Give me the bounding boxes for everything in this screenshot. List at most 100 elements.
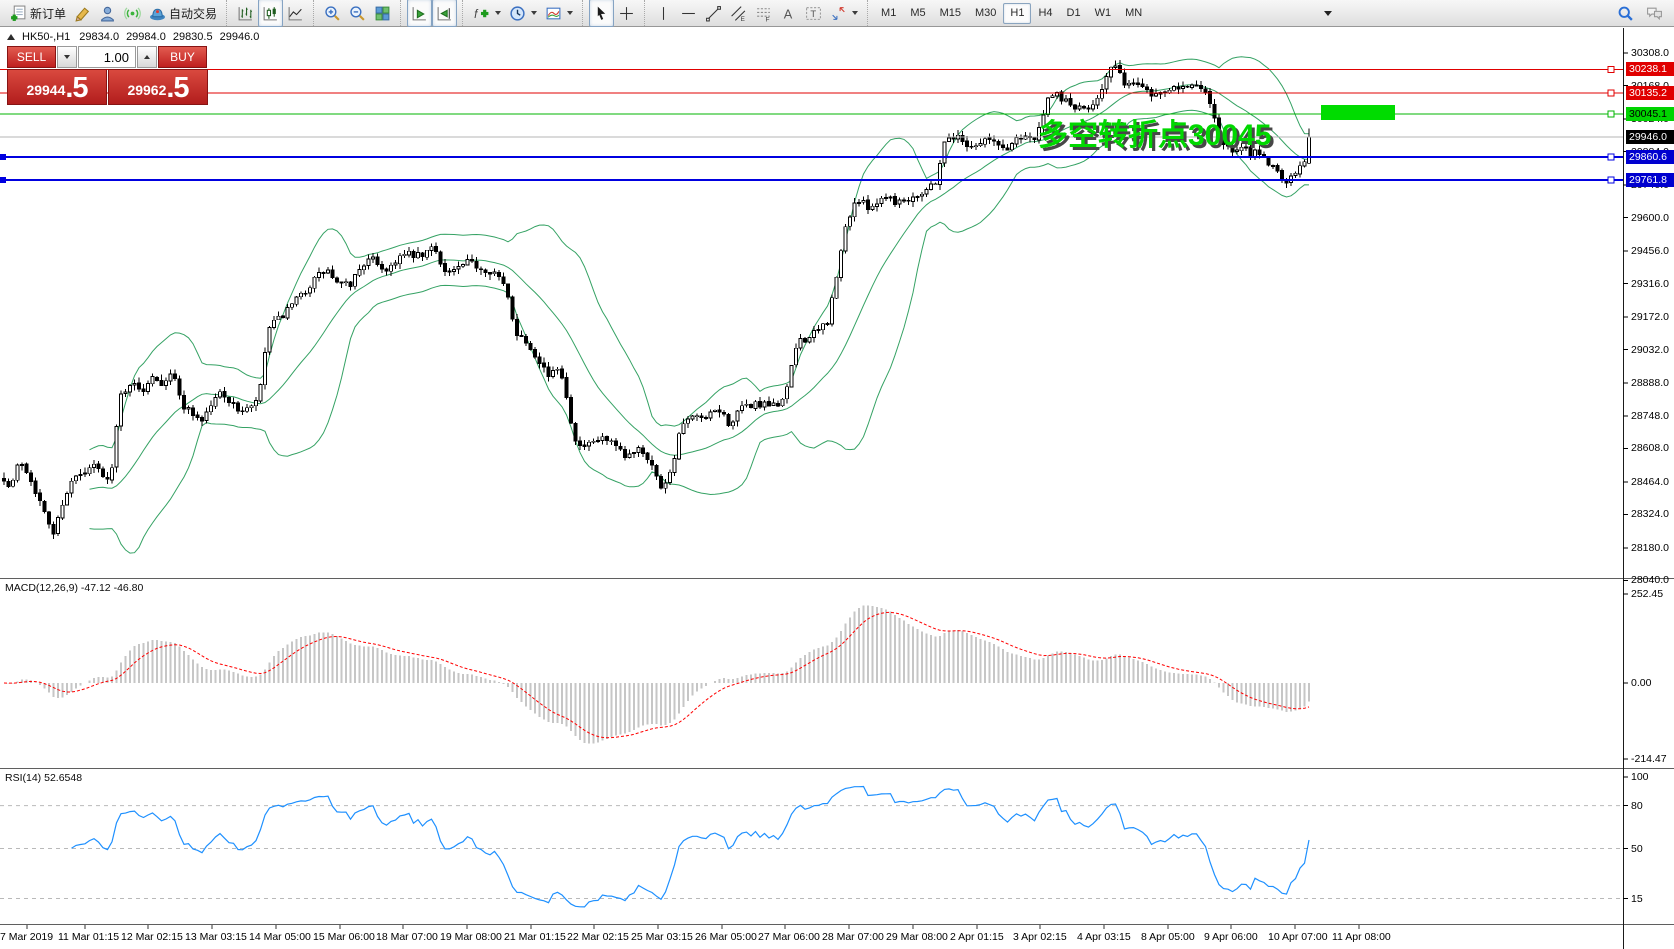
price-tick-label: 28180.0 (1631, 542, 1669, 554)
bar-chart-button[interactable] (233, 0, 258, 27)
timeframe-w1[interactable]: W1 (1088, 3, 1119, 24)
rsi-indicator-label: RSI(14) 52.6548 (5, 772, 82, 784)
zoom-out-button[interactable] (345, 0, 370, 27)
text-label-icon: T (805, 5, 822, 22)
sell-price-tile[interactable]: 29944.5 (7, 69, 107, 105)
sell-price-int: 29944 (26, 78, 65, 102)
new-order-button[interactable]: 新订单 (6, 0, 70, 27)
time-tick-label: 7 Mar 2019 (0, 931, 53, 943)
toolbar-right-group (1613, 0, 1671, 27)
metaeditor-button[interactable] (70, 0, 95, 27)
signals-button[interactable] (120, 0, 145, 27)
clock-icon (509, 5, 526, 22)
line-chart-button[interactable] (283, 0, 308, 27)
crayon-icon (74, 5, 91, 22)
buy-price-tile[interactable]: 29962.5 (108, 69, 208, 105)
svg-text:E: E (741, 15, 745, 21)
time-tick-label: 3 Apr 02:15 (1013, 931, 1067, 943)
chevron-up-icon (144, 55, 150, 59)
chart-text-annotation[interactable]: 多空转折点30045 (1038, 110, 1271, 154)
timeframe-h4[interactable]: H4 (1031, 3, 1059, 24)
time-tick-label: 26 Mar 05:00 (695, 931, 757, 943)
search-button[interactable] (1613, 0, 1638, 27)
price-line-badge: 29860.6 (1626, 150, 1674, 164)
candlestick-icon (262, 5, 279, 22)
ohlc-low: 29830.5 (173, 31, 213, 43)
trendline-icon (705, 5, 722, 22)
timeframe-m5[interactable]: M5 (903, 3, 932, 24)
arrows-button[interactable] (826, 0, 862, 27)
fibonacci-button[interactable]: F (751, 0, 776, 27)
macd-value-main: -47.12 (81, 582, 111, 594)
timeframe-m30[interactable]: M30 (968, 3, 1003, 24)
one-click-trading-panel: SELL BUY 29944.5 29962.5 (7, 46, 208, 105)
chart-shift-button[interactable] (432, 0, 457, 27)
buy-button[interactable]: BUY (158, 46, 207, 68)
chat-button[interactable] (1642, 0, 1667, 27)
price-line-badge: 30238.1 (1626, 62, 1674, 76)
time-tick-label: 21 Mar 01:15 (504, 931, 566, 943)
channel-icon: E (730, 5, 747, 22)
time-tick-label: 19 Mar 08:00 (440, 931, 502, 943)
horizontal-line-icon (680, 5, 697, 22)
chat-icon (1646, 5, 1663, 22)
zoom-in-button[interactable] (320, 0, 345, 27)
scroll-group (400, 0, 460, 26)
timeframe-m15[interactable]: M15 (933, 3, 968, 24)
volume-increase-button[interactable] (137, 46, 157, 68)
collapse-chart-icon[interactable] (7, 34, 15, 40)
templates-button[interactable] (541, 0, 577, 27)
text-button[interactable]: A (776, 0, 801, 27)
chart-canvas[interactable] (0, 0, 1674, 949)
chevron-down-icon (567, 11, 573, 15)
buy-price-int: 29962 (127, 78, 166, 102)
toolbar: 新订单 自动交易 f EFAT M1M5M15M30H1H4D1W1MN (0, 0, 1674, 27)
volume-decrease-button[interactable] (57, 46, 77, 68)
price-tick-label: 29600.0 (1631, 212, 1669, 224)
auto-scroll-button[interactable] (407, 0, 432, 27)
pointer-group (582, 0, 642, 26)
rsi-tick-label: 80 (1631, 800, 1643, 812)
text-label-button[interactable]: T (801, 0, 826, 27)
autotrading-button[interactable]: 自动交易 (145, 0, 221, 27)
sell-price-frac: .5 (65, 75, 87, 102)
horizontal-line-button[interactable] (676, 0, 701, 27)
cursor-button[interactable] (589, 0, 614, 27)
chevron-down-icon (495, 11, 501, 15)
price-line-badge: 30135.2 (1626, 86, 1674, 100)
time-tick-label: 25 Mar 03:15 (631, 931, 693, 943)
periods-button[interactable] (505, 0, 541, 27)
buy-price-frac: .5 (166, 75, 188, 102)
trading-platform-window: 新订单 自动交易 f EFAT M1M5M15M30H1H4D1W1MN HK50-,H… (0, 0, 1674, 949)
candlestick-button[interactable] (258, 0, 283, 27)
toolbar-overflow-chevron-icon[interactable] (1324, 11, 1332, 16)
macd-tick-label: -214.47 (1631, 753, 1667, 765)
time-tick-label: 4 Apr 03:15 (1077, 931, 1131, 943)
timeframe-d1[interactable]: D1 (1060, 3, 1088, 24)
signal-icon (124, 5, 141, 22)
volume-input[interactable] (78, 46, 136, 68)
rsi-value: 52.6548 (44, 772, 82, 784)
new-order-icon (10, 5, 27, 22)
time-tick-label: 9 Apr 06:00 (1204, 931, 1258, 943)
channel-button[interactable]: E (726, 0, 751, 27)
macd-tick-label: 252.45 (1631, 588, 1663, 600)
indicators-button[interactable]: f (469, 0, 505, 27)
price-tick-label: 29032.0 (1631, 344, 1669, 356)
trendline-button[interactable] (701, 0, 726, 27)
profile-button[interactable] (95, 0, 120, 27)
price-tick-label: 28464.0 (1631, 476, 1669, 488)
timeframe-mn[interactable]: MN (1118, 3, 1149, 24)
tile-windows-button[interactable] (370, 0, 395, 27)
price-tick-label: 29172.0 (1631, 311, 1669, 323)
time-tick-label: 27 Mar 06:00 (758, 931, 820, 943)
crosshair-button[interactable] (614, 0, 639, 27)
chart-title: HK50-,H1 29834.0 29984.0 29830.5 29946.0 (7, 31, 259, 43)
timeframe-m1[interactable]: M1 (874, 3, 903, 24)
text-icon: A (780, 5, 797, 22)
time-tick-label: 10 Apr 07:00 (1268, 931, 1328, 943)
sell-button[interactable]: SELL (7, 46, 56, 68)
vertical-line-button[interactable] (651, 0, 676, 27)
timeframe-h1[interactable]: H1 (1003, 3, 1031, 24)
chevron-down-icon (852, 11, 858, 15)
